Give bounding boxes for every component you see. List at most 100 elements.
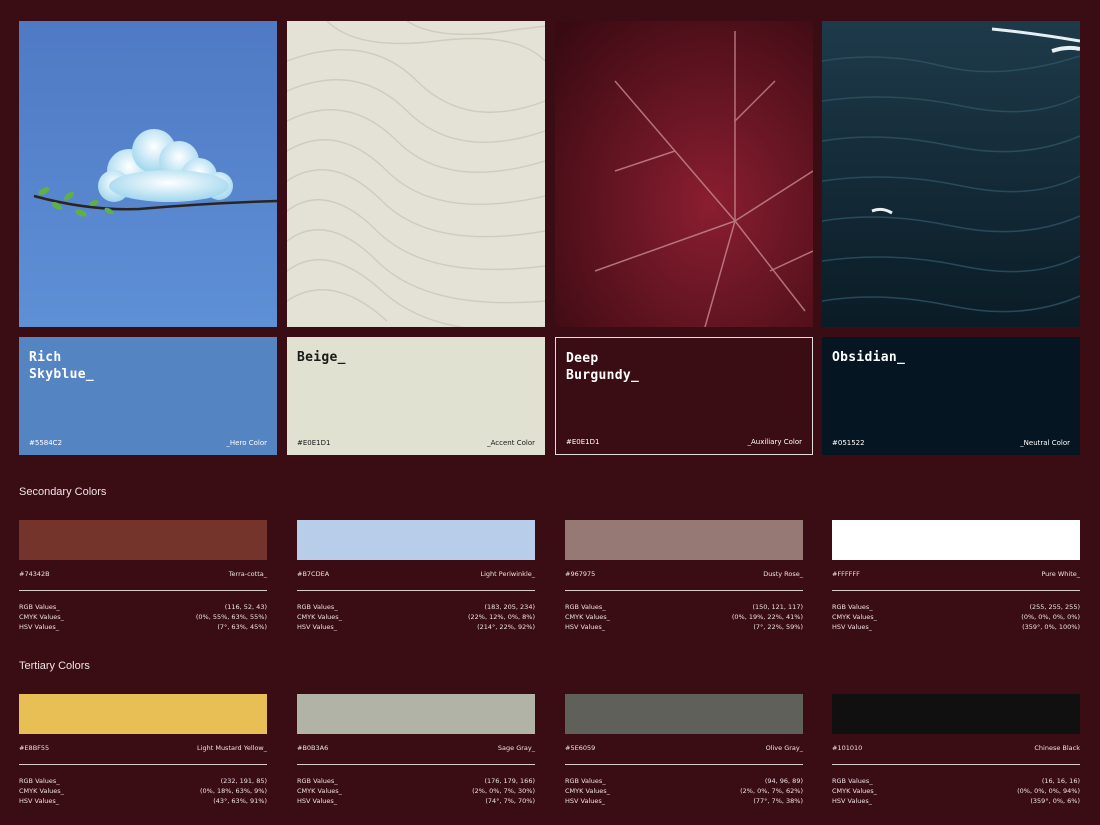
swatch-hex: #5E6059 — [565, 744, 596, 752]
swatch-hex: #FFFFFF — [832, 570, 860, 578]
hsv-value: (214°, 22%, 92%) — [477, 623, 535, 631]
color-card-rich-skyblue: Rich Skyblue_ #5584C2 _Hero Color — [19, 337, 277, 455]
swatch-color — [297, 520, 535, 560]
rgb-value: (176, 179, 166) — [484, 777, 535, 785]
color-name: Obsidian_ — [832, 350, 906, 365]
rgb-label: RGB Values_ — [565, 603, 606, 611]
rgb-value: (150, 121, 117) — [752, 603, 803, 611]
cmyk-label: CMYK Values_ — [565, 787, 610, 795]
color-role: _Accent Color — [487, 439, 535, 447]
swatch-name: Chinese Black — [1034, 744, 1080, 752]
divider — [565, 764, 803, 765]
cmyk-label: CMYK Values_ — [832, 613, 877, 621]
rgb-label: RGB Values_ — [297, 603, 338, 611]
swatch-color — [832, 694, 1080, 734]
rgb-value: (94, 96, 89) — [764, 777, 803, 785]
hsv-label: HSV Values_ — [565, 797, 606, 805]
color-role: _Auxiliary Color — [747, 438, 802, 446]
swatch-light-mustard-yellow: #E8BF55 Light Mustard Yellow_ RGB Values_… — [19, 694, 267, 806]
rgb-label: RGB Values_ — [832, 777, 873, 785]
photo-burgundy-leaf — [555, 21, 813, 327]
swatch-hex: #B0B3A6 — [297, 744, 329, 752]
swatch-hex: #B7CDEA — [297, 570, 330, 578]
rgb-value: (116, 52, 43) — [224, 603, 267, 611]
swatch-light-periwinkle: #B7CDEA Light Periwinkle_ RGB Values_ (183… — [297, 520, 535, 632]
color-name: Rich Skyblue_ — [29, 350, 95, 382]
cmyk-value: (0%, 19%, 22%, 41%) — [731, 613, 803, 621]
rgb-label: RGB Values_ — [19, 603, 60, 611]
divider — [19, 590, 267, 591]
swatch-color — [565, 520, 803, 560]
swatch-terra-cotta: #74342B Terra-cotta_ RGB Values_ (116, 52,… — [19, 520, 267, 632]
swatch-name: Light Periwinkle_ — [480, 570, 535, 578]
hsv-value: (74°, 7%, 70%) — [485, 797, 535, 805]
cmyk-label: CMYK Values_ — [832, 787, 877, 795]
hsv-value: (359°, 0%, 100%) — [1022, 623, 1080, 631]
cmyk-value: (0%, 55%, 63%, 55%) — [195, 613, 267, 621]
swatch-sage-gray: #B0B3A6 Sage Gray_ RGB Values_ (176, 179, … — [297, 694, 535, 806]
swatch-color — [297, 694, 535, 734]
color-hex: #E0E1D1 — [297, 439, 331, 447]
divider — [19, 764, 267, 765]
swatch-name: Sage Gray_ — [497, 744, 535, 752]
hsv-label: HSV Values_ — [832, 623, 873, 631]
color-hex: #051522 — [832, 439, 865, 447]
color-role: _Hero Color — [226, 439, 267, 447]
hsv-label: HSV Values_ — [297, 623, 338, 631]
divider — [832, 590, 1080, 591]
hsv-value: (77°, 7%, 38%) — [753, 797, 803, 805]
cmyk-value: (0%, 0%, 0%, 0%) — [1021, 613, 1080, 621]
cmyk-value: (0%, 0%, 0%, 94%) — [1017, 787, 1080, 795]
divider — [832, 764, 1080, 765]
hsv-value: (43°, 63%, 91%) — [213, 797, 267, 805]
swatch-name: Pure White_ — [1041, 570, 1080, 578]
cmyk-value: (2%, 0%, 7%, 62%) — [740, 787, 803, 795]
divider — [297, 590, 535, 591]
hsv-label: HSV Values_ — [297, 797, 338, 805]
hsv-value: (7°, 22%, 59%) — [753, 623, 803, 631]
color-card-deep-burgundy: Deep Burgundy_ #E0E1D1 _Auxiliary Color — [555, 337, 813, 455]
swatch-dusty-rose: #967975 Dusty Rose_ RGB Values_ (150, 121,… — [565, 520, 803, 632]
color-name: Deep Burgundy_ — [566, 351, 640, 383]
swatch-color — [19, 520, 267, 560]
rgb-label: RGB Values_ — [565, 777, 606, 785]
swatch-hex: #E8BF55 — [19, 744, 50, 752]
swatch-name: Light Mustard Yellow_ — [197, 744, 267, 752]
divider — [565, 590, 803, 591]
hsv-label: HSV Values_ — [19, 797, 60, 805]
hsv-value: (7°, 63%, 45%) — [217, 623, 267, 631]
rgb-label: RGB Values_ — [19, 777, 60, 785]
color-hex: #5584C2 — [29, 439, 63, 447]
cmyk-label: CMYK Values_ — [19, 613, 64, 621]
rgb-value: (232, 191, 85) — [220, 777, 267, 785]
rgb-value: (16, 16, 16) — [1041, 777, 1080, 785]
color-card-beige: Beige_ #E0E1D1 _Accent Color — [287, 337, 545, 455]
section-title-secondary: Secondary Colors — [19, 486, 107, 498]
color-name: Beige_ — [297, 350, 346, 365]
swatch-olive-gray: #5E6059 Olive Gray_ RGB Values_ (94, 96, 8… — [565, 694, 803, 806]
color-hex: #E0E1D1 — [566, 438, 600, 446]
photo-cloud-on-branch — [19, 21, 277, 327]
swatch-hex: #101010 — [832, 744, 863, 752]
hsv-label: HSV Values_ — [565, 623, 606, 631]
cmyk-value: (2%, 0%, 7%, 30%) — [472, 787, 535, 795]
color-card-obsidian: Obsidian_ #051522 _Neutral Color — [822, 337, 1080, 455]
swatch-chinese-black: #101010 Chinese Black RGB Values_ (16, 16,… — [832, 694, 1080, 806]
rgb-label: RGB Values_ — [297, 777, 338, 785]
photo-sand-texture — [287, 21, 545, 327]
rgb-value: (255, 255, 255) — [1029, 603, 1080, 611]
swatch-color — [832, 520, 1080, 560]
swatch-hex: #967975 — [565, 570, 596, 578]
hsv-value: (359°, 0%, 6%) — [1030, 797, 1080, 805]
hsv-label: HSV Values_ — [832, 797, 873, 805]
swatch-pure-white: #FFFFFF Pure White_ RGB Values_ (255, 255,… — [832, 520, 1080, 632]
section-title-tertiary: Tertiary Colors — [19, 660, 90, 672]
swatch-name: Terra-cotta_ — [228, 570, 267, 578]
rgb-label: RGB Values_ — [832, 603, 873, 611]
photo-dark-ocean — [822, 21, 1080, 327]
swatch-name: Olive Gray_ — [765, 744, 803, 752]
cmyk-value: (0%, 18%, 63%, 9%) — [200, 787, 267, 795]
swatch-hex: #74342B — [19, 570, 50, 578]
hsv-label: HSV Values_ — [19, 623, 60, 631]
cmyk-label: CMYK Values_ — [297, 787, 342, 795]
